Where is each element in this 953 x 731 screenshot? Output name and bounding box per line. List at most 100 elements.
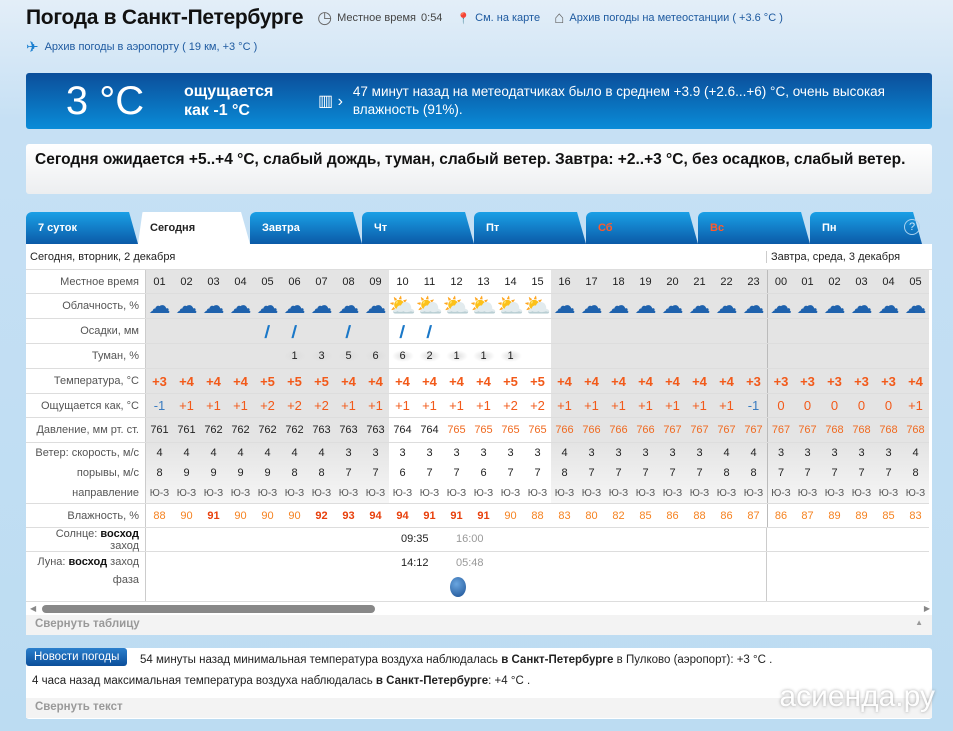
local-time: ◷ Местное время 0:54	[317, 8, 442, 28]
gust-value: 8	[561, 467, 568, 480]
humidity-value: 87	[801, 509, 814, 522]
cloud-partly-icon: ☁	[850, 293, 873, 318]
tab-2[interactable]: Завтра	[250, 212, 362, 244]
pressure-row-cell: 764	[416, 418, 443, 442]
wind-direction-value: Ю-З	[824, 487, 845, 499]
airport-archive-link[interactable]: ✈ Архив погоды в аэропорту ( 19 км, +3 °C…	[26, 38, 257, 56]
station-archive-link[interactable]: ⌂ Архив погоды на метеостанции ( +3.6 °C …	[554, 8, 783, 28]
tab-4[interactable]: Пт	[474, 212, 586, 244]
wind-speed-value: 3	[588, 447, 595, 460]
wind-direction-value: Ю-З	[878, 487, 899, 499]
humidity-value: 94	[369, 509, 382, 522]
gust-value: 7	[642, 467, 649, 480]
cloud-row-cell: ☁	[686, 294, 713, 318]
wind-speed-value: 4	[183, 447, 190, 460]
station-archive-label[interactable]: Архив погоды на метеостанции ( +3.6 °C )	[569, 12, 783, 24]
pressure-row-cell: 766	[578, 418, 605, 442]
pressure-row-cell: 768	[902, 418, 929, 442]
wind-direction-value: Ю-З	[365, 487, 386, 499]
collapse-table-label[interactable]: Свернуть таблицу	[35, 618, 140, 630]
feels-row-cell: +1	[173, 394, 200, 417]
wind-direction-value: Ю-З	[581, 487, 602, 499]
humidity-value: 86	[666, 509, 679, 522]
tab-1[interactable]: Сегодня	[138, 212, 250, 244]
tab-3[interactable]: Чт	[362, 212, 474, 244]
cloud-over-icon: ☁	[580, 293, 603, 318]
feels-row-cell: +2	[308, 394, 335, 417]
humidity-value: 90	[180, 509, 193, 522]
humidity-row-cell: 91	[443, 504, 470, 527]
humidity-value: 89	[828, 509, 841, 522]
precip-row-cell	[659, 319, 686, 343]
map-link[interactable]: 📍 См. на карте	[456, 12, 540, 25]
building-icon: ▥ ›	[318, 93, 343, 110]
hour-label: 22	[720, 275, 733, 288]
wind-speed-value: 3	[534, 447, 541, 460]
cloud-row-cell: ☁	[659, 294, 686, 318]
time-row-cell: 20	[659, 270, 686, 293]
collapse-table-button[interactable]: Свернуть таблицу ▲	[26, 615, 932, 635]
horizontal-scrollbar[interactable]: ◀ ▶	[30, 604, 930, 614]
collapse-up-icon[interactable]: ▲	[915, 618, 923, 627]
pressure-row-cell: 768	[821, 418, 848, 442]
humidity-value: 83	[558, 509, 571, 522]
feels-value: -1	[153, 398, 166, 413]
pressure-value: 764	[420, 424, 439, 436]
wind-speed-value: 3	[426, 447, 433, 460]
temp-row-cell: +4	[416, 369, 443, 393]
pressure-row-cell: 766	[551, 418, 578, 442]
feels-row-cell: +1	[605, 394, 632, 417]
scroll-left-icon[interactable]: ◀	[30, 604, 36, 613]
gust-value: 7	[372, 467, 379, 480]
sun-row-time: 09:35	[401, 533, 429, 545]
temp-value: +4	[476, 373, 491, 389]
pressure-row-cell: 761	[146, 418, 173, 442]
hour-label: 01	[801, 275, 814, 288]
humidity-row-cell: 89	[821, 504, 848, 527]
temp-row-cell: +3	[740, 369, 767, 393]
temp-value: +4	[665, 373, 680, 389]
time-row-cell: 07	[308, 270, 335, 293]
precip-row-cell	[686, 319, 713, 343]
label-part: заход	[110, 540, 139, 552]
temp-value: +4	[233, 373, 248, 389]
wind-row-cell: 4 9 Ю-З	[254, 443, 281, 503]
scroll-right-icon[interactable]: ▶	[924, 604, 930, 613]
tab-0[interactable]: 7 суток	[26, 212, 138, 244]
temp-row-cell: +4	[227, 369, 254, 393]
help-icon[interactable]: ?	[904, 219, 920, 235]
cloud-partly-icon: ☁	[607, 293, 630, 318]
gust-value: 9	[237, 467, 244, 480]
tab-6[interactable]: Вс	[698, 212, 810, 244]
fog-row-cell	[740, 344, 767, 368]
pressure-value: 766	[609, 424, 628, 436]
pressure-value: 768	[825, 424, 844, 436]
gust-value: 6	[480, 467, 487, 480]
wind-row-label-text: направление	[72, 487, 139, 499]
feels-value: +1	[638, 398, 653, 413]
pressure-row-cell: 762	[281, 418, 308, 442]
cloud-partly-icon: ☁	[661, 293, 684, 318]
tab-5[interactable]: Сб	[586, 212, 698, 244]
pressure-row-cell: 767	[740, 418, 767, 442]
time-row-cell: 13	[470, 270, 497, 293]
gust-value: 9	[210, 467, 217, 480]
fog-row-cell: 1	[281, 344, 308, 368]
fog-row-cell	[632, 344, 659, 368]
hour-label: 02	[828, 275, 841, 288]
fog-row-cell	[524, 344, 551, 368]
humidity-row-cell: 94	[389, 504, 416, 527]
airport-archive-label[interactable]: Архив погоды в аэропорту ( 19 км, +3 °C …	[45, 41, 258, 53]
pressure-value: 767	[717, 424, 736, 436]
gust-value: 7	[345, 467, 352, 480]
map-link-label[interactable]: См. на карте	[475, 12, 540, 24]
temp-value: +4	[908, 373, 923, 389]
fog-row-cell	[902, 344, 929, 368]
fog-row-label: Туман, %	[26, 344, 146, 368]
wind-row-cell: 3 7 Ю-З	[794, 443, 821, 503]
wind-speed-value: 4	[156, 447, 163, 460]
label-part: восход	[68, 556, 108, 568]
scrollbar-thumb[interactable]	[42, 605, 375, 613]
temp-row-cell: +4	[578, 369, 605, 393]
humidity-row-cell: 82	[605, 504, 632, 527]
